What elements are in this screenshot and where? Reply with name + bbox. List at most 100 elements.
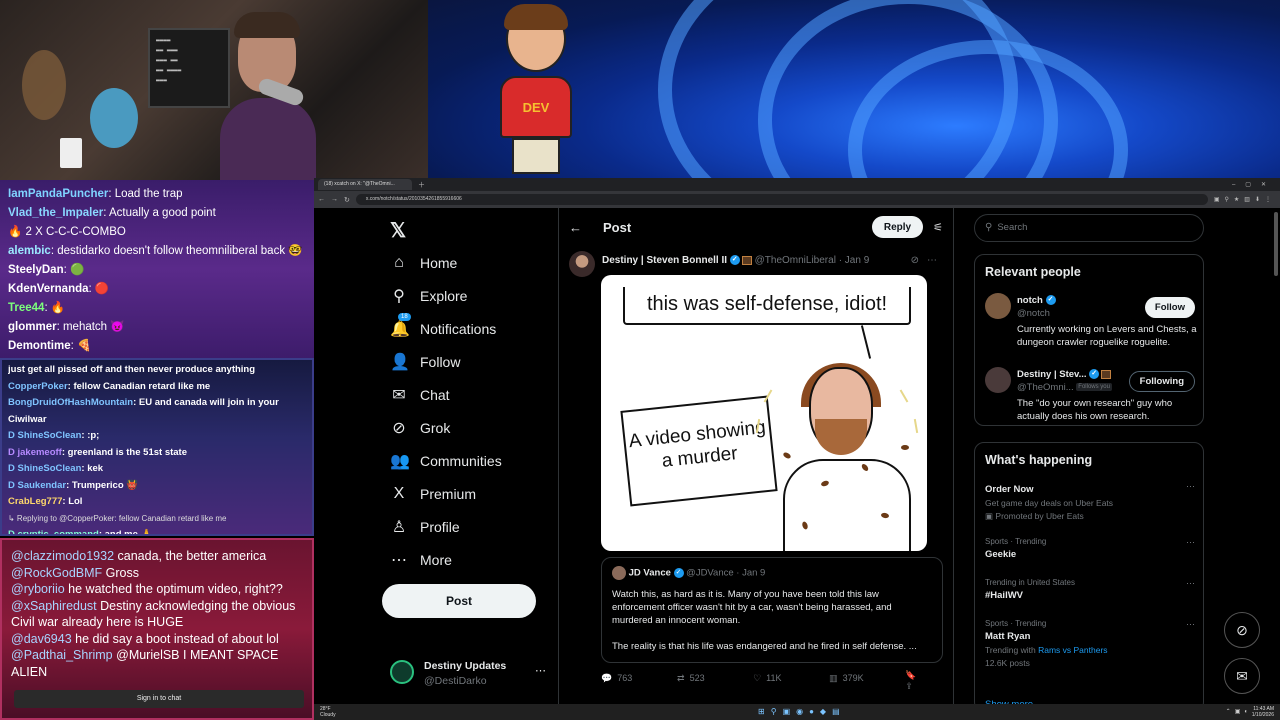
nav-follow[interactable]: 👤 Follow xyxy=(390,349,460,375)
clock[interactable]: 11:43 AM 1/10/2026 xyxy=(1252,706,1274,718)
trend-link[interactable]: Rams vs Panthers xyxy=(1038,645,1107,655)
trend-item[interactable]: Trending in United States #HailWV ⋯ xyxy=(985,578,1195,601)
chat-username[interactable]: Vlad_the_Impaler xyxy=(8,207,103,219)
weather-condition: Cloudy xyxy=(320,712,336,718)
reload-icon[interactable]: ↻ xyxy=(344,196,350,204)
chat-username[interactable]: @ryboriio xyxy=(11,582,65,596)
more-dots-icon[interactable]: ⋯ xyxy=(1186,619,1195,630)
nav-explore[interactable]: ⚲ Explore xyxy=(390,283,467,309)
chat-username[interactable]: D jakemeoff xyxy=(8,447,62,458)
post-button[interactable]: Post xyxy=(382,584,536,618)
author-handle[interactable]: @TheOmniLiberal · Jan 9 xyxy=(755,255,870,266)
wall-poster: ▬▬▬▬ ▬▬ ▬▬▬ ▬▬▬ ▬▬ ▬▬ ▬▬▬▬ ▬▬▬ xyxy=(148,28,230,108)
trend-item[interactable]: Sports · Trending Geekie ⋯ xyxy=(985,537,1195,560)
back-arrow-icon[interactable]: ← xyxy=(569,220,603,235)
chat-username[interactable]: CopperPoker xyxy=(8,381,68,392)
speech-tail xyxy=(860,325,872,359)
forward-icon[interactable]: → xyxy=(331,196,338,203)
chat-username[interactable]: D Saukendar xyxy=(8,480,66,491)
nav-home[interactable]: ⌂ Home xyxy=(390,250,457,276)
search-placeholder: Search xyxy=(997,222,1028,233)
system-tray-icons[interactable]: ⌃▣◐ xyxy=(1226,708,1252,715)
affiliate-badge-icon xyxy=(1101,369,1112,379)
quoted-tweet[interactable]: JD Vance ✓ @JDVance · Jan 9 Watch this, … xyxy=(601,557,943,663)
chat-text: just get all pissed off and then never p… xyxy=(8,364,256,375)
chat-username[interactable]: @xSaphiredust xyxy=(11,599,97,613)
nav-premium[interactable]: X Premium xyxy=(390,481,476,507)
meme-sign: A video showing a murder xyxy=(620,395,778,507)
chat-username[interactable]: Tree44 xyxy=(8,302,44,314)
reply-count-button[interactable]: 💬 763 xyxy=(601,670,677,686)
follow-button[interactable]: Follow xyxy=(1144,297,1195,318)
nav-profile[interactable]: ♙ Profile xyxy=(390,514,460,540)
chat-username[interactable]: D ShineSoClean xyxy=(8,430,81,441)
chat-username[interactable]: Demontime xyxy=(8,340,71,352)
window-controls[interactable]: –▢✕ xyxy=(1232,181,1280,188)
nav-communities[interactable]: 👥 Communities xyxy=(390,448,502,474)
more-dots-icon[interactable]: ⋯ xyxy=(1186,578,1195,589)
grok-and-more-icons[interactable]: ⊘⋯ xyxy=(911,255,945,266)
trend-context: Trending in United States xyxy=(985,578,1075,587)
account-switcher[interactable]: Destiny Updates @DestiDarko ⋯ xyxy=(390,654,546,690)
chat-username[interactable]: glommer xyxy=(8,321,57,333)
follows-you-badge: Follows you xyxy=(1076,383,1112,392)
chat-panel-bottom: @clazzimodo1932 canada, the better ameri… xyxy=(0,538,314,720)
chat-text: he did say a boot instead of about lol xyxy=(75,631,279,646)
scrollbar[interactable] xyxy=(1274,212,1278,276)
extension-icons[interactable]: ▣⚲★▥⬇⋮ xyxy=(1214,196,1276,203)
chat-username[interactable]: @clazzimodo1932 xyxy=(11,549,114,563)
nav-more[interactable]: ⋯ More xyxy=(390,547,452,573)
chat-username[interactable]: D ShineSoClean xyxy=(8,463,81,474)
author-name[interactable]: Destiny | Steven Bonnell II xyxy=(602,255,727,266)
chat-username[interactable]: @dav6943 xyxy=(11,632,72,646)
chat-message: @dav6943 he did say a boot instead of ab… xyxy=(11,631,303,648)
chat-username[interactable]: CrabLeg777 xyxy=(8,496,62,507)
repost-count-button[interactable]: ⇄ 523 xyxy=(677,670,753,686)
chat-username[interactable]: KdenVernanda xyxy=(8,283,89,295)
chat-username[interactable]: BongDruidOfHashMountain xyxy=(8,397,133,408)
avatar[interactable] xyxy=(569,251,595,277)
bookmark-share-icons[interactable]: 🔖⇪ xyxy=(905,670,943,691)
chat-username[interactable]: IamPandaPuncher xyxy=(8,188,108,200)
nav-notifications[interactable]: 🔔 18 Notifications xyxy=(390,313,496,342)
more-dots-icon[interactable]: ⋯ xyxy=(1186,481,1195,492)
post-column: ← Post Reply ⚟ Destiny | Steven Bonnell … xyxy=(558,208,954,704)
search-input[interactable]: ⚲ Search xyxy=(974,214,1204,242)
messages-icon[interactable]: ✉ xyxy=(1224,658,1260,694)
coffee-cup xyxy=(60,138,82,168)
new-tab-icon[interactable]: ＋ xyxy=(418,180,425,190)
taskbar-app-icons[interactable]: ⊞⚲▣◉●◆▤ xyxy=(758,707,846,716)
trend-item[interactable]: Order Now Get game day deals on Uber Eat… xyxy=(985,481,1195,522)
grok-icon[interactable]: ⊘ xyxy=(1224,612,1260,648)
clock-date: 1/10/2026 xyxy=(1251,712,1274,718)
avatar[interactable] xyxy=(985,293,1011,319)
nav-chat[interactable]: ✉ Chat xyxy=(390,382,449,408)
avatar[interactable] xyxy=(985,367,1011,393)
settings-tune-icon[interactable]: ⚟ xyxy=(933,221,943,234)
dev-mascot: DEV xyxy=(494,4,578,178)
nav-grok[interactable]: ⊘ Grok xyxy=(390,415,450,441)
like-count-button[interactable]: ♡ 11K xyxy=(753,670,829,686)
meme-speech-bubble: this was self-defense, idiot! xyxy=(623,287,911,325)
more-dots-icon[interactable]: ⋯ xyxy=(1186,537,1195,548)
chat-username[interactable]: @RockGodBMF xyxy=(11,566,102,580)
x-logo-icon[interactable]: 𝕏 xyxy=(390,218,406,243)
reply-button[interactable]: Reply xyxy=(871,216,924,238)
view-count-button[interactable]: ▥ 379K xyxy=(829,670,905,686)
following-button[interactable]: Following xyxy=(1128,371,1195,392)
url-input[interactable]: x.com/notch/status/2010354261855916606 xyxy=(355,194,1208,205)
person-handle: @TheOmni... xyxy=(1017,382,1074,393)
weather-widget[interactable]: 28°F Cloudy xyxy=(320,706,336,718)
chat-username[interactable]: @Padthai_Shrimp xyxy=(11,648,113,662)
chat-text: destidarko doesn't follow theomniliberal… xyxy=(57,245,303,257)
chat-username[interactable]: alembic xyxy=(8,245,51,257)
browser-tab[interactable]: (18) xcatch on X: "@TheOmni... xyxy=(318,179,412,190)
quote-author-handle: @JDVance · Jan 9 xyxy=(686,567,766,579)
meme-image[interactable]: this was self-defense, idiot! A video sh… xyxy=(601,275,927,551)
back-icon[interactable]: ← xyxy=(318,196,325,203)
sign-in-chat-button[interactable]: Sign in to chat xyxy=(14,690,304,708)
chat-username[interactable]: D cryptic_command xyxy=(8,529,99,534)
more-dots-icon[interactable]: ⋯ xyxy=(535,664,546,677)
chat-username[interactable]: SteelyDan xyxy=(8,264,64,276)
trend-item[interactable]: Sports · Trending Matt Ryan Trending wit… xyxy=(985,619,1195,668)
